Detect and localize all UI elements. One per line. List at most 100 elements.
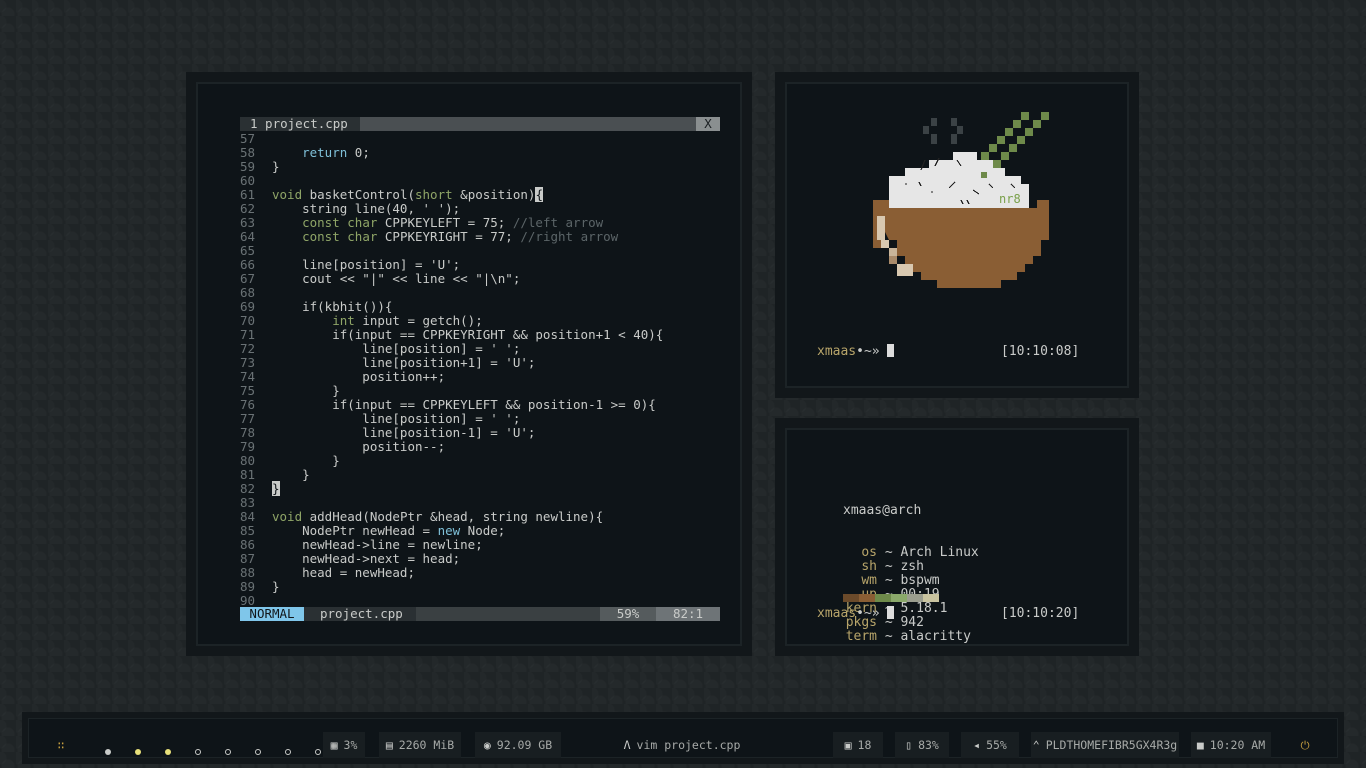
- info-separator: ~: [877, 545, 901, 560]
- clock-value: 10:20 AM: [1209, 738, 1266, 752]
- line-text: }: [272, 383, 340, 398]
- power-icon[interactable]: ⏻: [1295, 732, 1315, 758]
- code-line[interactable]: 57: [240, 132, 663, 146]
- status-bar: ∷ ▦ 3% ▤ 2260 MiB ◉ 92.09 GB Λvim project.c…: [22, 712, 1344, 764]
- code-line[interactable]: 79 position--;: [240, 440, 663, 454]
- wifi-widget[interactable]: ⌃ PLDTHOMEFIBR5GX4R3g: [1031, 732, 1179, 758]
- active-window-title: Λvim project.cpp: [617, 732, 747, 758]
- workspace-2[interactable]: [135, 749, 141, 755]
- code-line[interactable]: 72 line[position] = ' ';: [240, 342, 663, 356]
- code-line[interactable]: 64 const char CPPKEYRIGHT = 77; //right …: [240, 230, 663, 244]
- wifi-value: PLDTHOMEFIBR5GX4R3g: [1045, 738, 1178, 752]
- terminal-bottom[interactable]: xmaas@arch os ~ Arch Linux sh ~ zsh wm ~ b…: [785, 428, 1129, 646]
- code-line[interactable]: 83: [240, 496, 663, 510]
- line-text: int input = getch();: [332, 313, 483, 328]
- line-text: line[position] = ' ';: [272, 341, 521, 356]
- volume-widget[interactable]: ◂ 55%: [961, 732, 1019, 758]
- code-line[interactable]: 85 NodePtr newHead = new Node;: [240, 524, 663, 538]
- code-line[interactable]: 75 }: [240, 384, 663, 398]
- workspace-1[interactable]: [105, 749, 111, 755]
- line-number: 85: [240, 523, 256, 538]
- code-line[interactable]: 60: [240, 174, 663, 188]
- terminal-top[interactable]: nr8 xmaas•~» [10:10:08]: [785, 82, 1129, 388]
- workspace-6[interactable]: [255, 749, 261, 755]
- code-line[interactable]: 80 }: [240, 454, 663, 468]
- line-number: 80: [240, 453, 256, 468]
- line-text: return 0;: [302, 145, 370, 160]
- line-text: string line(40, ' ');: [272, 201, 461, 216]
- code-line[interactable]: 82}: [240, 481, 663, 496]
- workspace-4[interactable]: [195, 749, 201, 755]
- code-line[interactable]: 62 string line(40, ' ');: [240, 202, 663, 216]
- code-line[interactable]: 58 return 0;: [240, 146, 663, 160]
- code-line[interactable]: 89}: [240, 580, 663, 594]
- line-text: if(input == CPPKEYLEFT && position-1 >= …: [272, 397, 656, 412]
- code-line[interactable]: 78 line[position-1] = 'U';: [240, 426, 663, 440]
- code-line[interactable]: 65: [240, 244, 663, 258]
- line-number: 63: [240, 215, 256, 230]
- workspace-5[interactable]: [225, 749, 231, 755]
- code-line[interactable]: 76 if(input == CPPKEYLEFT && position-1 …: [240, 398, 663, 412]
- workspace-3[interactable]: [165, 749, 171, 755]
- code-line[interactable]: 73 line[position+1] = 'U';: [240, 356, 663, 370]
- vim-status-percent: 59%: [600, 607, 656, 621]
- vim-status-filename: project.cpp: [304, 607, 416, 621]
- workspace-7[interactable]: [285, 749, 291, 755]
- line-text: position++;: [272, 369, 446, 384]
- info-row-sh: sh ~ zsh: [843, 560, 979, 574]
- code-line[interactable]: 81 }: [240, 468, 663, 482]
- code-line[interactable]: 63 const char CPPKEYLEFT = 75; //left ar…: [240, 216, 663, 230]
- line-number: 57: [240, 131, 256, 146]
- vim-tab[interactable]: 1 project.cpp: [240, 117, 360, 131]
- palette-swatch: [875, 594, 891, 602]
- line-text: void addHead(NodePtr &head, string newli…: [272, 509, 604, 524]
- line-text: newHead->line = newline;: [272, 537, 483, 552]
- wifi-icon: ⌃: [1032, 738, 1040, 752]
- info-separator: ~: [877, 559, 901, 574]
- prompt-user: xmaas: [817, 606, 857, 621]
- code-line[interactable]: 70 int input = getch();: [240, 314, 663, 328]
- code-line[interactable]: 69 if(kbhit()){: [240, 300, 663, 314]
- line-text: line[position] = ' ';: [272, 411, 521, 426]
- vim-terminal[interactable]: 1 project.cpp X 57 58 return 0; 59} 60 61 voi…: [196, 82, 742, 646]
- terminal-window-top[interactable]: nr8 xmaas•~» [10:10:08]: [775, 72, 1139, 398]
- updates-widget[interactable]: ▣ 18: [833, 732, 883, 758]
- terminal-top-prompt[interactable]: xmaas•~»: [817, 344, 895, 360]
- vim-tabline: 1 project.cpp X: [240, 117, 720, 131]
- memory-icon: ▤: [385, 738, 393, 752]
- line-number: 68: [240, 285, 256, 300]
- line-text: line[position-1] = 'U';: [272, 425, 536, 440]
- code-line[interactable]: 77 line[position] = ' ';: [240, 412, 663, 426]
- code-buffer[interactable]: 57 58 return 0; 59} 60 61 void basketControl(…: [240, 132, 663, 608]
- vim-window[interactable]: 1 project.cpp X 57 58 return 0; 59} 60 61 voi…: [186, 72, 752, 656]
- line-number: 81: [240, 467, 256, 482]
- terminal-bottom-prompt[interactable]: xmaas•~»: [817, 606, 895, 622]
- line-number: 79: [240, 439, 256, 454]
- code-line[interactable]: 67 cout << "|" << line << "|\n";: [240, 272, 663, 286]
- cpu-icon: ▦: [330, 738, 338, 752]
- terminal-cursor: [887, 606, 895, 619]
- workspace-8[interactable]: [315, 749, 321, 755]
- code-line[interactable]: 68: [240, 286, 663, 300]
- line-number: 82: [240, 481, 256, 496]
- code-line[interactable]: 86 newHead->line = newline;: [240, 538, 663, 552]
- code-line[interactable]: 59}: [240, 160, 663, 174]
- terminal-window-bottom[interactable]: xmaas@arch os ~ Arch Linux sh ~ zsh wm ~ b…: [775, 418, 1139, 656]
- code-line[interactable]: 71 if(input == CPPKEYRIGHT && position+1…: [240, 328, 663, 342]
- battery-icon: ▯: [905, 738, 913, 752]
- vim-tab-close-button[interactable]: X: [696, 117, 720, 131]
- code-line[interactable]: 66 line[position] = 'U';: [240, 258, 663, 272]
- line-number: 77: [240, 411, 256, 426]
- vim-tab-label: 1 project.cpp: [250, 116, 348, 131]
- code-line[interactable]: 61 void basketControl(short &position){: [240, 187, 663, 202]
- line-text: if(input == CPPKEYRIGHT && position+1 < …: [272, 327, 664, 342]
- prompt-separator: •~»: [856, 606, 880, 621]
- code-line[interactable]: 74 position++;: [240, 370, 663, 384]
- code-line[interactable]: 87 newHead->next = head;: [240, 552, 663, 566]
- window-title-text: vim project.cpp: [636, 738, 741, 752]
- code-line[interactable]: 84 void addHead(NodePtr &head, string new…: [240, 510, 663, 524]
- code-line[interactable]: 90: [240, 594, 663, 608]
- code-line[interactable]: 88 head = newHead;: [240, 566, 663, 580]
- vim-statusline: NORMAL project.cpp 59% 82:1: [240, 607, 720, 621]
- grid-icon[interactable]: ∷: [51, 732, 71, 758]
